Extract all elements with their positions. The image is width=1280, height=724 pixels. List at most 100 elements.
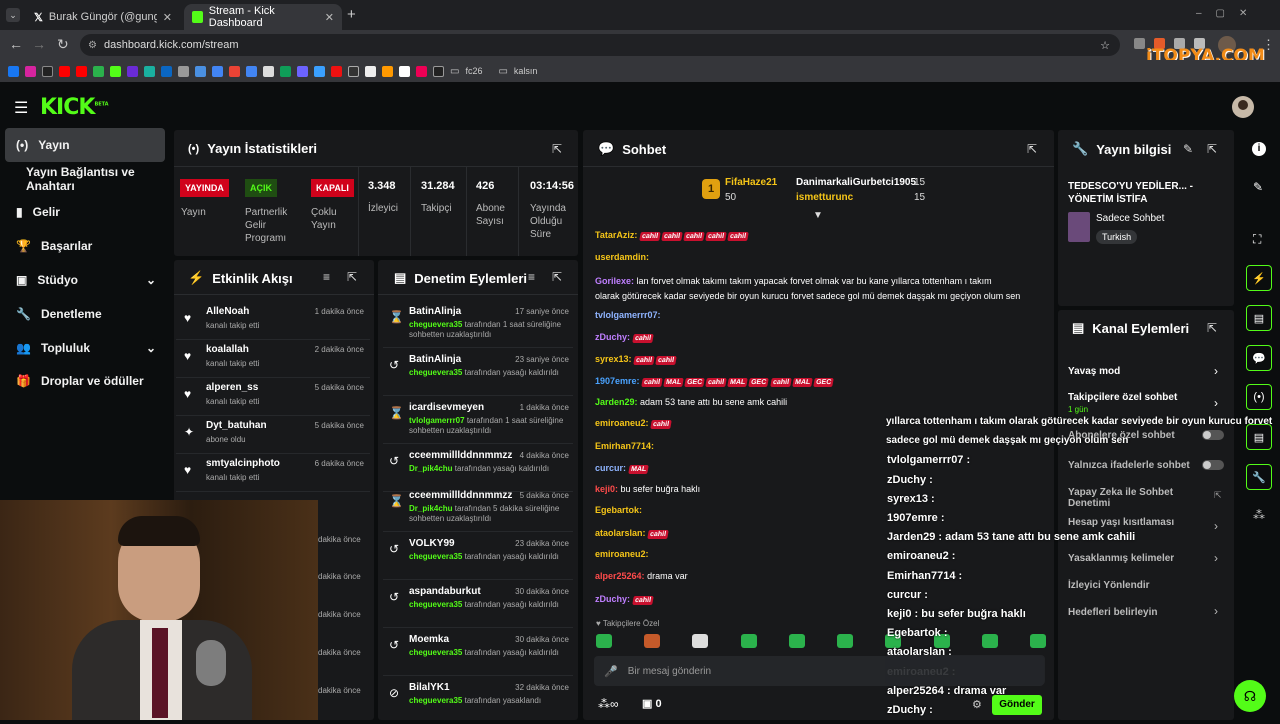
- bookmark-icon[interactable]: [297, 65, 308, 77]
- bookmark-icon[interactable]: [263, 65, 274, 77]
- bookmark-icon[interactable]: [127, 65, 138, 77]
- user-avatar[interactable]: [1232, 96, 1254, 118]
- popout-icon[interactable]: ⇱: [1027, 142, 1037, 156]
- chat-username[interactable]: Jarden29:: [595, 397, 638, 407]
- popout-icon[interactable]: ⇱: [1207, 321, 1217, 335]
- chevron-right-icon[interactable]: ›: [1214, 551, 1218, 565]
- chat-username[interactable]: Egebartok:: [595, 505, 642, 515]
- youtube-bookmark-icon[interactable]: [76, 65, 87, 77]
- bookmark-icon[interactable]: [195, 65, 206, 77]
- chat-username[interactable]: keji0:: [595, 484, 618, 494]
- channel-rail-button[interactable]: ▤: [1246, 424, 1272, 450]
- kick-logo[interactable]: KICKBETA: [40, 95, 109, 120]
- chat-username[interactable]: emiroaneu2:: [595, 418, 649, 428]
- sidebar-item-topluluk[interactable]: 👥 Topluluk ⌄: [0, 331, 172, 365]
- bookmark-icon[interactable]: [212, 65, 223, 77]
- edit-pencil-icon[interactable]: ✎: [1183, 142, 1193, 156]
- emote-quickbar[interactable]: [596, 634, 1046, 648]
- sidebar-item-droplar[interactable]: 🎁 Droplar ve ödüller: [0, 364, 172, 398]
- chat-username[interactable]: alper25264:: [595, 571, 645, 581]
- category-name[interactable]: Sadece Sohbet: [1096, 213, 1164, 224]
- sidebar-item-yayin[interactable]: (•) Yayın: [5, 128, 165, 162]
- chat-tools-icon[interactable]: ⁂∞: [598, 697, 619, 711]
- hamburger-menu-icon[interactable]: ☰: [14, 98, 28, 118]
- chat-username[interactable]: zDuchy:: [595, 594, 630, 604]
- emote-icon[interactable]: [788, 634, 805, 648]
- bookmark-icon[interactable]: [382, 65, 393, 77]
- support-headset-button[interactable]: ☊: [1234, 680, 1266, 712]
- bookmark-star-icon[interactable]: ☆: [1100, 39, 1110, 52]
- chat-username[interactable]: curcur:: [595, 463, 626, 473]
- chevron-right-icon[interactable]: ›: [1214, 604, 1218, 618]
- subscribers-only-toggle[interactable]: [1202, 430, 1224, 440]
- puzzle-icon[interactable]: ⁂: [1253, 508, 1265, 522]
- bookmark-icon[interactable]: [331, 65, 342, 77]
- bookmark-folder-fc26[interactable]: fc26: [465, 66, 482, 76]
- emote-icon[interactable]: [596, 634, 612, 648]
- close-tab-icon[interactable]: ✕: [163, 11, 172, 24]
- sidebar-item-basarilar[interactable]: 🏆 Başarılar: [0, 229, 172, 263]
- reload-icon[interactable]: ↻: [57, 36, 69, 53]
- bookmark-icon[interactable]: [314, 65, 325, 77]
- overlay-settings-icon[interactable]: ⚙: [972, 698, 982, 711]
- microphone-icon[interactable]: 🎤: [604, 665, 618, 678]
- external-link-icon[interactable]: ⇱: [1214, 490, 1222, 501]
- document-rail-button[interactable]: ▤: [1246, 305, 1272, 331]
- chevron-right-icon[interactable]: ›: [1214, 396, 1218, 410]
- chat-username[interactable]: 1907emre:: [595, 376, 640, 386]
- account-age-item[interactable]: Hesap yaşı kısıtlaması: [1068, 517, 1174, 528]
- browser-tab-twitter[interactable]: 𝕏 Burak Güngör (@gungorburak) ✕: [26, 4, 180, 30]
- emote-only-toggle[interactable]: [1202, 460, 1224, 470]
- chat-username[interactable]: TatarAziz:: [595, 230, 637, 240]
- forward-arrow-icon[interactable]: →: [32, 36, 46, 52]
- info-icon[interactable]: i: [1252, 142, 1266, 156]
- x-bookmark-icon[interactable]: [42, 65, 53, 77]
- popout-icon[interactable]: ⇱: [552, 270, 562, 284]
- expand-gifters-icon[interactable]: ▼: [813, 210, 823, 221]
- gmail-bookmark-icon[interactable]: [229, 65, 240, 77]
- chevron-right-icon[interactable]: ›: [1214, 364, 1218, 378]
- bookmark-icon[interactable]: [93, 65, 104, 77]
- chat-username[interactable]: zDuchy:: [595, 332, 630, 342]
- chat-username[interactable]: emiroaneu2:: [595, 549, 649, 559]
- docs-bookmark-icon[interactable]: [246, 65, 257, 77]
- site-info-icon[interactable]: ⚙: [88, 40, 97, 51]
- emote-icon[interactable]: [981, 634, 998, 648]
- overlay-chat-input[interactable]: [885, 655, 1045, 685]
- sidebar-item-denetleme[interactable]: 🔧 Denetleme: [0, 297, 172, 331]
- youtube-bookmark-icon[interactable]: [59, 65, 70, 77]
- window-controls[interactable]: –▢✕: [1196, 8, 1261, 19]
- edit-icon[interactable]: ✎: [1253, 180, 1263, 194]
- emote-icon[interactable]: [692, 634, 709, 648]
- popout-icon[interactable]: ⇱: [552, 142, 562, 156]
- emote-icon[interactable]: [740, 634, 757, 648]
- raid-viewers-item[interactable]: İzleyici Yönlendir: [1068, 580, 1150, 591]
- bookmark-icon[interactable]: [178, 65, 189, 77]
- slow-mode-item[interactable]: Yavaş mod: [1068, 366, 1120, 377]
- set-goals-item[interactable]: Hedefleri belirleyin: [1068, 607, 1157, 618]
- filter-icon[interactable]: ≡: [528, 270, 535, 284]
- emote-icon[interactable]: [837, 634, 854, 648]
- tab-list-button[interactable]: ⌄: [6, 8, 20, 22]
- bookmark-icon[interactable]: [433, 65, 444, 77]
- emote-icon[interactable]: [644, 634, 661, 648]
- chat-username[interactable]: Gorilexe:: [595, 276, 634, 286]
- bookmark-icon[interactable]: [348, 65, 359, 77]
- wrench-rail-button[interactable]: 🔧: [1246, 464, 1272, 490]
- overlay-send-button[interactable]: Gönder: [992, 695, 1042, 715]
- bookmark-icon[interactable]: [416, 65, 427, 77]
- bookmark-folder-kalsin[interactable]: kalsın: [514, 66, 538, 76]
- bookmark-icon[interactable]: [365, 65, 376, 77]
- chat-username[interactable]: userdamdin:: [595, 252, 649, 262]
- emote-icon[interactable]: [1029, 634, 1046, 648]
- chat-username[interactable]: syrex13:: [595, 354, 632, 364]
- linkedin-bookmark-icon[interactable]: [161, 65, 172, 77]
- browser-tab-kick[interactable]: Stream - Kick Dashboard ✕: [184, 4, 342, 30]
- back-arrow-icon[interactable]: ←: [9, 36, 23, 52]
- broadcast-rail-button[interactable]: (•): [1246, 384, 1272, 410]
- close-tab-icon[interactable]: ✕: [325, 11, 334, 24]
- facebook-bookmark-icon[interactable]: [8, 65, 19, 77]
- popout-icon[interactable]: ⇱: [1207, 142, 1217, 156]
- bookmark-icon[interactable]: [399, 65, 410, 77]
- bookmark-icon[interactable]: [144, 65, 155, 77]
